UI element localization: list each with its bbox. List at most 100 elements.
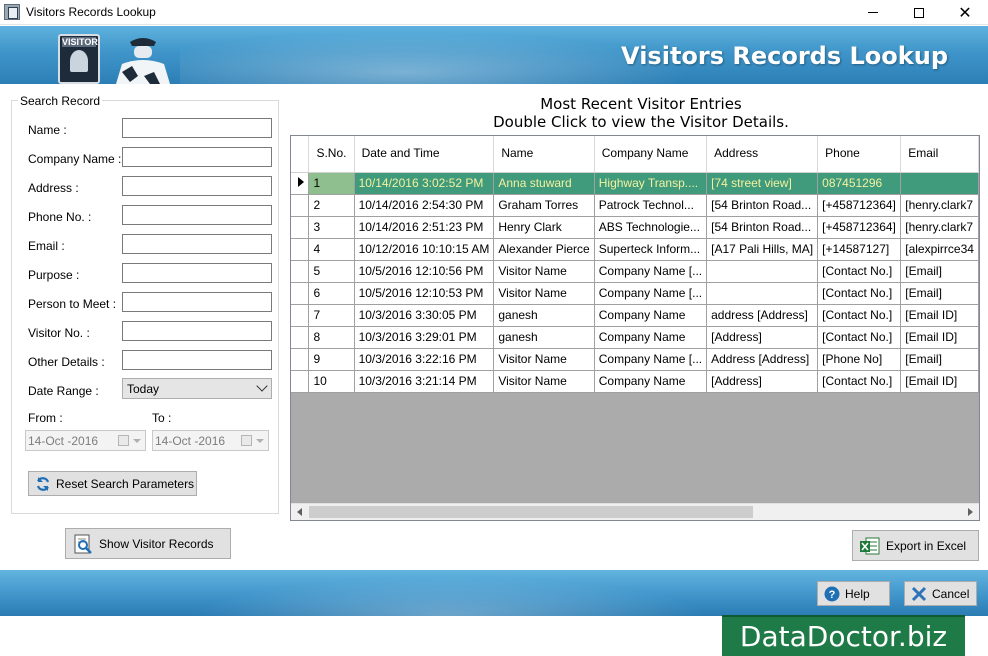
table-cell[interactable]: [Email ID] <box>900 304 979 327</box>
table-cell[interactable]: [54 Brinton Road... <box>706 216 819 239</box>
phone-input[interactable] <box>122 205 272 225</box>
table-cell[interactable]: address [Address] <box>706 304 819 327</box>
table-cell[interactable]: 2 <box>308 194 355 217</box>
table-cell[interactable]: 1 <box>308 172 355 195</box>
column-header[interactable]: Address <box>706 136 819 173</box>
table-cell[interactable]: 7 <box>308 304 355 327</box>
table-cell[interactable]: [henry.clark7 <box>900 216 979 239</box>
table-cell[interactable]: Company Name [... <box>594 348 708 371</box>
table-cell[interactable]: 10/3/2016 3:21:14 PM <box>354 370 495 393</box>
row-header[interactable] <box>291 172 310 195</box>
help-button[interactable]: ? Help <box>817 581 890 606</box>
table-cell[interactable]: [+458712364] <box>817 194 902 217</box>
table-cell[interactable]: 10/3/2016 3:29:01 PM <box>354 326 495 349</box>
other-details-input[interactable] <box>122 350 272 370</box>
column-header[interactable]: Date and Time <box>354 136 495 173</box>
table-row[interactable]: 3 10/14/2016 2:51:23 PM Henry Clark ABS Tec… <box>291 216 979 239</box>
table-cell[interactable]: Company Name [... <box>594 282 708 305</box>
row-header[interactable] <box>291 194 310 217</box>
table-cell[interactable]: [henry.clark7 <box>900 194 979 217</box>
table-cell[interactable]: 10 <box>308 370 355 393</box>
table-row[interactable]: 10 10/3/2016 3:21:14 PM Visitor Name Compan… <box>291 370 979 393</box>
table-cell[interactable]: [Email] <box>900 282 979 305</box>
table-cell[interactable] <box>706 260 819 283</box>
table-cell[interactable]: Company Name <box>594 326 708 349</box>
table-cell[interactable]: Address [Address] <box>706 348 819 371</box>
table-cell[interactable]: 5 <box>308 260 355 283</box>
table-cell[interactable]: 10/14/2016 2:51:23 PM <box>354 216 495 239</box>
row-header[interactable] <box>291 370 310 393</box>
table-row[interactable]: 4 10/12/2016 10:10:15 AM Alexander Pierce S… <box>291 238 979 261</box>
table-cell[interactable]: 10/5/2016 12:10:53 PM <box>354 282 495 305</box>
row-header[interactable] <box>291 326 310 349</box>
table-cell[interactable]: Visitor Name <box>493 370 595 393</box>
table-cell[interactable]: [Phone No] <box>817 348 902 371</box>
table-cell[interactable]: Highway Transp.... <box>594 172 708 195</box>
table-cell[interactable]: [Address] <box>706 370 819 393</box>
table-cell[interactable]: [Contact No.] <box>817 260 902 283</box>
column-header[interactable]: Phone <box>817 136 902 173</box>
table-cell[interactable]: Visitor Name <box>493 348 595 371</box>
row-header[interactable] <box>291 260 310 283</box>
table-cell[interactable]: ganesh <box>493 304 595 327</box>
visitor-records-grid[interactable]: S.No. Date and Time Name Company Name Addres… <box>290 135 980 521</box>
purpose-input[interactable] <box>122 263 272 283</box>
minimize-button[interactable] <box>850 0 896 25</box>
table-row[interactable]: 8 10/3/2016 3:29:01 PM ganesh Company Name[… <box>291 326 979 349</box>
table-cell[interactable]: 4 <box>308 238 355 261</box>
to-date-picker[interactable]: 14-Oct -2016 <box>152 430 269 451</box>
table-cell[interactable]: Patrock Technol... <box>594 194 708 217</box>
table-cell[interactable]: Anna stuward <box>493 172 595 195</box>
horizontal-scrollbar[interactable] <box>291 503 979 520</box>
table-cell[interactable]: Alexander Pierce <box>493 238 595 261</box>
table-cell[interactable]: Henry Clark <box>493 216 595 239</box>
table-cell[interactable]: 10/3/2016 3:30:05 PM <box>354 304 495 327</box>
table-cell[interactable]: 10/14/2016 3:02:52 PM <box>354 172 495 195</box>
table-row[interactable]: 2 10/14/2016 2:54:30 PM Graham Torres Patro… <box>291 194 979 217</box>
table-cell[interactable]: [Contact No.] <box>817 304 902 327</box>
table-cell[interactable]: [54 Brinton Road... <box>706 194 819 217</box>
table-cell[interactable]: [Contact No.] <box>817 370 902 393</box>
table-cell[interactable]: [Email] <box>900 260 979 283</box>
row-header[interactable] <box>291 216 310 239</box>
table-cell[interactable]: 10/5/2016 12:10:56 PM <box>354 260 495 283</box>
table-cell[interactable]: [Email ID] <box>900 326 979 349</box>
from-date-picker[interactable]: 14-Oct -2016 <box>25 430 146 451</box>
cancel-button[interactable]: Cancel <box>904 581 977 606</box>
scrollbar-thumb[interactable] <box>309 506 753 518</box>
table-cell[interactable]: [+458712364] <box>817 216 902 239</box>
column-header[interactable]: Email <box>900 136 979 173</box>
table-row[interactable]: 9 10/3/2016 3:22:16 PM Visitor Name Company… <box>291 348 979 371</box>
row-header[interactable] <box>291 282 310 305</box>
company-name-input[interactable] <box>122 147 272 167</box>
scroll-right-icon[interactable] <box>968 508 973 516</box>
table-cell[interactable]: 9 <box>308 348 355 371</box>
visitor-no-input[interactable] <box>122 321 272 341</box>
table-cell[interactable]: ganesh <box>493 326 595 349</box>
table-cell[interactable]: 6 <box>308 282 355 305</box>
reset-search-button[interactable]: Reset Search Parameters <box>28 471 197 496</box>
table-cell[interactable]: [A17 Pali Hills, MA] <box>706 238 819 261</box>
name-input[interactable] <box>122 118 272 138</box>
table-cell[interactable]: 10/12/2016 10:10:15 AM <box>354 238 495 261</box>
table-cell[interactable]: [Email ID] <box>900 370 979 393</box>
table-cell[interactable]: [+14587127] <box>817 238 902 261</box>
table-cell[interactable]: [alexpirrce34 <box>900 238 979 261</box>
column-header[interactable]: Company Name <box>594 136 708 173</box>
scroll-left-icon[interactable] <box>297 508 302 516</box>
table-cell[interactable]: ABS Technologie... <box>594 216 708 239</box>
table-cell[interactable]: [74 street view] <box>706 172 819 195</box>
table-cell[interactable]: [Contact No.] <box>817 282 902 305</box>
column-header[interactable]: S.No. <box>308 136 355 173</box>
table-cell[interactable]: 10/14/2016 2:54:30 PM <box>354 194 495 217</box>
table-cell[interactable]: 3 <box>308 216 355 239</box>
column-header[interactable]: Name <box>493 136 595 173</box>
table-cell[interactable]: Company Name <box>594 370 708 393</box>
table-row[interactable]: 5 10/5/2016 12:10:56 PM Visitor Name Compan… <box>291 260 979 283</box>
show-visitor-records-button[interactable]: Show Visitor Records <box>65 528 231 559</box>
table-cell[interactable]: Visitor Name <box>493 282 595 305</box>
table-row[interactable]: 6 10/5/2016 12:10:53 PM Visitor Name Compan… <box>291 282 979 305</box>
maximize-button[interactable] <box>896 0 942 25</box>
table-cell[interactable]: [Contact No.] <box>817 326 902 349</box>
date-range-select[interactable]: Today <box>122 378 272 399</box>
